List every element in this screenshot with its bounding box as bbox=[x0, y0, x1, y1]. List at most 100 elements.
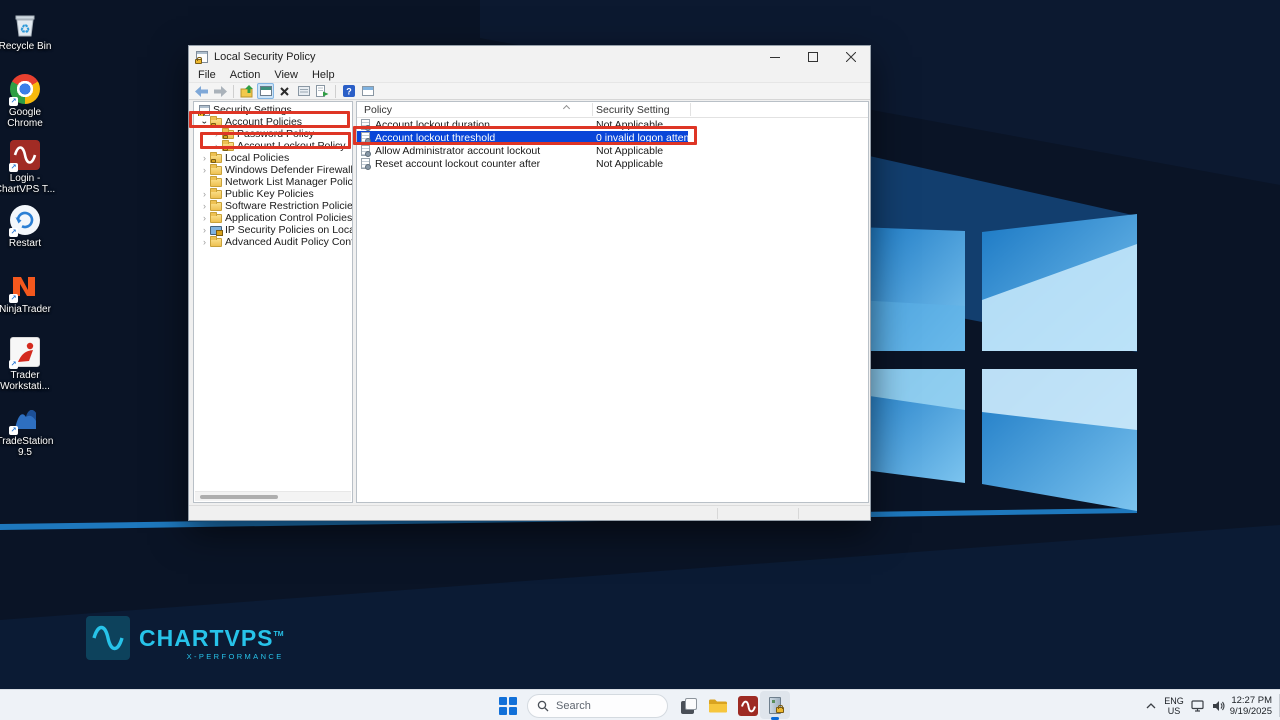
tree-item-public-key-policies[interactable]: › Public Key Policies bbox=[194, 188, 352, 200]
column-divider[interactable] bbox=[690, 103, 691, 116]
desktop-icon-label: Login - ChartVPS T... bbox=[0, 174, 57, 195]
policy-doc-icon bbox=[361, 158, 370, 169]
start-button[interactable] bbox=[497, 695, 519, 717]
desktop-icon-label: Restart bbox=[0, 239, 57, 250]
watermark-brand: CHARTVPSTM bbox=[139, 622, 284, 651]
close-button[interactable] bbox=[832, 46, 870, 67]
tradestation-icon: ↗ bbox=[9, 403, 41, 435]
column-header-security-setting[interactable]: Security Setting bbox=[596, 104, 670, 116]
svg-text:?: ? bbox=[346, 87, 352, 97]
svg-text:♻: ♻ bbox=[20, 22, 31, 36]
chevron-right-icon[interactable]: › bbox=[200, 154, 209, 163]
security-settings-icon bbox=[199, 105, 210, 116]
tray-date: 9/19/2025 bbox=[1230, 706, 1272, 717]
sort-ascending-icon bbox=[563, 105, 570, 112]
folder-lock-icon bbox=[210, 154, 222, 163]
desktop-icon-restart[interactable]: ↗ Restart bbox=[0, 204, 57, 268]
folder-icon bbox=[210, 214, 222, 223]
desktop-icon-tradestation[interactable]: ↗ TradeStation 9.5 bbox=[0, 402, 57, 466]
desktop-icon-google-chrome[interactable]: ↗ Google Chrome bbox=[0, 73, 57, 137]
desktop-icon-login-chartvps[interactable]: ↗ Login - ChartVPS T... bbox=[0, 139, 57, 203]
folder-icon bbox=[210, 190, 222, 199]
chevron-right-icon[interactable]: › bbox=[200, 190, 209, 199]
tree-item-windows-defender-firewall[interactable]: › Windows Defender Firewall with Adva bbox=[194, 164, 352, 176]
chevron-right-icon[interactable]: › bbox=[212, 142, 221, 151]
folder-icon bbox=[210, 238, 222, 247]
folder-icon bbox=[708, 696, 728, 716]
chevron-right-icon[interactable]: › bbox=[200, 166, 209, 175]
chevron-down-icon[interactable]: › bbox=[200, 118, 209, 127]
chevron-right-icon[interactable]: › bbox=[212, 130, 221, 139]
search-input[interactable] bbox=[556, 700, 656, 712]
scrollbar-thumb[interactable] bbox=[200, 495, 278, 499]
up-one-level-button[interactable] bbox=[238, 83, 255, 99]
tree-item-advanced-audit-policy[interactable]: › Advanced Audit Policy Configuration bbox=[194, 236, 352, 248]
back-button[interactable] bbox=[193, 83, 210, 99]
chevron-right-icon[interactable]: › bbox=[200, 214, 209, 223]
policy-doc-icon bbox=[361, 132, 370, 143]
taskbar-search[interactable] bbox=[527, 694, 668, 718]
export-list-button[interactable] bbox=[314, 83, 331, 99]
statusbar-divider bbox=[798, 508, 799, 519]
maximize-button[interactable] bbox=[794, 46, 832, 67]
network-icon[interactable] bbox=[1188, 690, 1208, 720]
file-explorer-button[interactable] bbox=[707, 695, 729, 717]
chevron-right-icon[interactable]: › bbox=[200, 202, 209, 211]
tree-item-application-control-policies[interactable]: › Application Control Policies bbox=[194, 212, 352, 224]
desktop-icon-recycle-bin[interactable]: ♻ Recycle Bin bbox=[0, 8, 57, 72]
menu-file[interactable]: File bbox=[191, 69, 223, 81]
local-security-policy-taskbar-button[interactable] bbox=[760, 691, 790, 719]
tray-overflow-chevron[interactable] bbox=[1142, 690, 1160, 720]
minimize-button[interactable] bbox=[756, 46, 794, 67]
volume-icon[interactable] bbox=[1208, 690, 1228, 720]
desktop-icon-ninjatrader[interactable]: ↗ NinjaTrader bbox=[0, 270, 57, 334]
new-window-button[interactable] bbox=[359, 83, 376, 99]
menu-help[interactable]: Help bbox=[305, 69, 342, 81]
task-view-button[interactable] bbox=[678, 695, 700, 717]
delete-button[interactable] bbox=[276, 83, 293, 99]
tree-item-account-policies[interactable]: › Account Policies bbox=[194, 116, 352, 128]
policy-row-reset-account-lockout-counter[interactable]: Reset account lockout counter after Not … bbox=[357, 157, 868, 170]
policy-row-account-lockout-duration[interactable]: Account lockout duration Not Applicable bbox=[357, 118, 868, 131]
toolbar-separator bbox=[233, 85, 234, 98]
forward-button[interactable] bbox=[212, 83, 229, 99]
toolbar-separator bbox=[335, 85, 336, 98]
menu-view[interactable]: View bbox=[267, 69, 305, 81]
desktop: ♻ Recycle Bin ↗ Google Chrome ↗ Login - … bbox=[0, 0, 1280, 720]
chevron-right-icon[interactable]: › bbox=[200, 226, 209, 235]
chevron-right-icon[interactable]: › bbox=[200, 238, 209, 247]
column-divider[interactable] bbox=[592, 103, 593, 116]
desktop-icon-label: TradeStation 9.5 bbox=[0, 437, 57, 458]
chartvps-logo-icon bbox=[86, 616, 130, 660]
chartvps-taskbar-button[interactable] bbox=[737, 695, 759, 717]
shortcut-arrow-icon: ↗ bbox=[9, 97, 18, 106]
local-security-policy-app-icon bbox=[196, 51, 208, 63]
watermark-subtitle: X-PERFORMANCE bbox=[139, 652, 284, 661]
language-indicator[interactable]: ENG US bbox=[1162, 690, 1186, 720]
clock[interactable]: 12:27 PM 9/19/2025 bbox=[1226, 690, 1276, 720]
chartvps-watermark: CHARTVPSTM X-PERFORMANCE bbox=[86, 616, 284, 661]
menu-bar: File Action View Help bbox=[189, 67, 870, 82]
tree-item-account-lockout-policy[interactable]: › Account Lockout Policy bbox=[194, 140, 352, 152]
tree-item-ip-security-policies[interactable]: › IP Security Policies on Local Compute bbox=[194, 224, 352, 236]
chrome-icon: ↗ bbox=[9, 74, 41, 106]
menu-action[interactable]: Action bbox=[223, 69, 268, 81]
policy-row-allow-administrator-account-lockout[interactable]: Allow Administrator account lockout Not … bbox=[357, 144, 868, 157]
tree-item-software-restriction-policies[interactable]: › Software Restriction Policies bbox=[194, 200, 352, 212]
horizontal-scrollbar[interactable] bbox=[195, 491, 351, 501]
tree-item-local-policies[interactable]: › Local Policies bbox=[194, 152, 352, 164]
desktop-icon-trader-workstation[interactable]: ↗ Trader Workstati... bbox=[0, 336, 57, 400]
search-icon bbox=[537, 700, 549, 712]
window-titlebar[interactable]: Local Security Policy bbox=[189, 46, 870, 67]
list-header: Policy Security Setting bbox=[357, 102, 868, 118]
tree-item-network-list-manager-policies[interactable]: Network List Manager Policies bbox=[194, 176, 352, 188]
tree-item-security-settings[interactable]: Security Settings bbox=[194, 104, 352, 116]
shortcut-arrow-icon: ↗ bbox=[9, 163, 18, 172]
properties-button[interactable] bbox=[295, 83, 312, 99]
desktop-icon-label: NinjaTrader bbox=[0, 305, 57, 316]
help-button[interactable]: ? bbox=[340, 83, 357, 99]
show-hide-console-tree-button[interactable] bbox=[257, 83, 274, 99]
column-header-policy[interactable]: Policy bbox=[364, 104, 392, 116]
tree-item-password-policy[interactable]: › Password Policy bbox=[194, 128, 352, 140]
policy-row-account-lockout-threshold[interactable]: Account lockout threshold 0 invalid logo… bbox=[357, 131, 868, 144]
